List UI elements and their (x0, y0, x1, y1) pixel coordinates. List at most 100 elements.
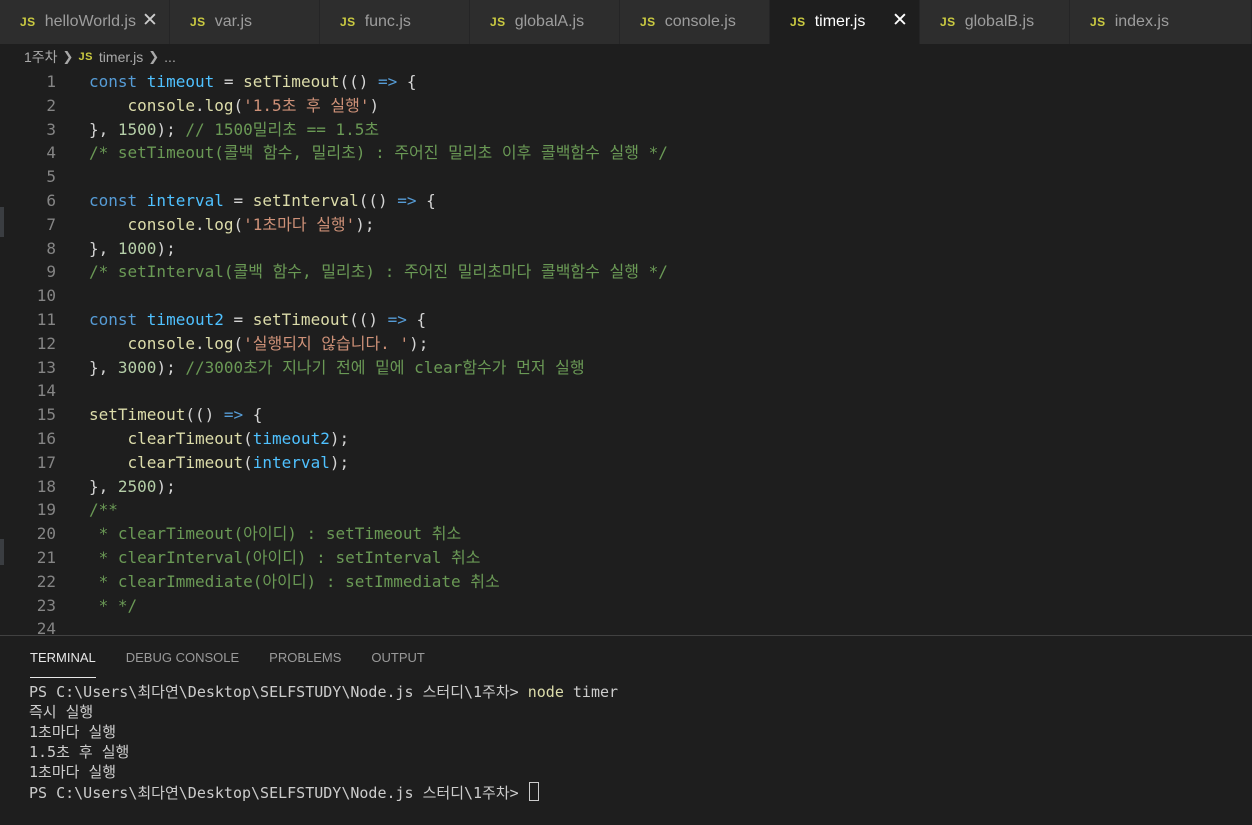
code-token: * clearTimeout(아이디) : setTimeout 취소 (89, 524, 462, 544)
code-token: }, (89, 119, 118, 139)
code-token: * */ (89, 595, 138, 615)
close-icon[interactable]: ✕ (890, 11, 910, 31)
code-text: console.log('실행되지 않습니다. '); (89, 332, 429, 356)
code-line[interactable]: 24 (0, 617, 1252, 634)
chevron-right-icon: ❯ (62, 49, 74, 64)
tab-debug-console[interactable]: DEBUG CONSOLE (116, 636, 249, 678)
code-token: { (416, 190, 436, 210)
line-number: 6 (46, 190, 56, 210)
code-token: }, (89, 238, 118, 258)
line-number: 9 (46, 262, 56, 282)
breadcrumb-symbols[interactable]: ... (164, 49, 176, 65)
code-text: clearTimeout(timeout2); (89, 427, 350, 451)
code-line[interactable]: 22 * clearImmediate(아이디) : setImmediate … (0, 570, 1252, 594)
js-file-icon: JS (340, 15, 356, 29)
code-line[interactable]: 9 /* setInterval(콜백 함수, 밀리초) : 주어진 밀리초마다 … (0, 260, 1252, 284)
tab-label: func.js (364, 13, 411, 30)
tab-output[interactable]: OUTPUT (361, 636, 434, 678)
code-token: }, (89, 476, 118, 496)
code-token: => (223, 405, 244, 425)
code-text: setTimeout(() => { (89, 403, 262, 427)
code-token: console (127, 214, 195, 234)
line-number: 12 (36, 333, 56, 353)
code-token: '실행되지 않습니다. ' (243, 333, 410, 353)
code-line[interactable]: 1 const timeout = setTimeout(() => { (0, 70, 1252, 94)
code-line[interactable]: 3}, 1500); // 1500밀리초 == 1.5초 (0, 118, 1252, 142)
code-token: setTimeout (89, 405, 186, 425)
code-token: timeout2 (252, 428, 330, 448)
line-number: 22 (36, 571, 56, 591)
code-line[interactable]: 2 console.log('1.5초 후 실행') (0, 94, 1252, 118)
terminal-prompt-line: PS C:\Users\최다연\Desktop\SELFSTUDY\Node.j… (29, 782, 1242, 802)
line-number: 10 (36, 286, 56, 306)
code-line[interactable]: 11 const timeout2 = setTimeout(() => { (0, 308, 1252, 332)
code-token: ) (369, 95, 380, 115)
js-file-icon: JS (640, 15, 656, 29)
code-token: /* setInterval(콜백 함수, 밀리초) : 주어진 밀리초마다 콜… (89, 262, 668, 282)
breadcrumb: 1주차 ❯ JS timer.js ❯ ... (0, 44, 1252, 70)
breadcrumb-folder[interactable]: 1주차 (24, 47, 58, 67)
tab-helloworld-js[interactable]: JS helloWorld.js ✕ (0, 0, 170, 44)
tab-globalb-js[interactable]: JS globalB.js (920, 0, 1070, 44)
code-line[interactable]: 15 setTimeout(() => { (0, 403, 1252, 427)
code-line[interactable]: 4 /* setTimeout(콜백 함수, 밀리초) : 주어진 밀리초 이후 … (0, 141, 1252, 165)
code-token: { (243, 405, 263, 425)
line-number: 1 (46, 72, 56, 91)
breadcrumb-file[interactable]: timer.js (99, 49, 143, 65)
tab-terminal[interactable]: TERMINAL (20, 636, 106, 678)
tab-var-js[interactable]: JS var.js (170, 0, 320, 44)
bottom-panel: TERMINAL DEBUG CONSOLE PROBLEMS OUTPUT P… (0, 635, 1252, 825)
code-token: ); (156, 119, 186, 139)
code-line[interactable]: 23 * */ (0, 594, 1252, 618)
close-icon[interactable]: ✕ (140, 11, 160, 31)
tab-globala-js[interactable]: JS globalA.js (470, 0, 620, 44)
editor-tab-bar: JS helloWorld.js ✕ JS var.js JS func.js … (0, 0, 1252, 44)
code-line[interactable]: 19 /** (0, 498, 1252, 522)
terminal-output[interactable]: PS C:\Users\최다연\Desktop\SELFSTUDY\Node.j… (29, 682, 1242, 802)
code-line[interactable]: 5 (0, 165, 1252, 189)
line-number: 14 (36, 381, 56, 401)
tab-console-js[interactable]: JS console.js (620, 0, 770, 44)
line-number: 24 (36, 619, 56, 634)
code-token: clearTimeout (127, 452, 244, 472)
terminal-output-line: 즉시 실행 (29, 703, 94, 721)
code-token: // 1500밀리초 == 1.5초 (185, 119, 380, 139)
tab-func-js[interactable]: JS func.js (320, 0, 470, 44)
code-line[interactable]: 12 console.log('실행되지 않습니다. '); (0, 332, 1252, 356)
code-text: /* setInterval(콜백 함수, 밀리초) : 주어진 밀리초마다 콜… (89, 260, 668, 284)
code-token: (() (185, 405, 224, 425)
code-token: }, (89, 357, 118, 377)
code-line[interactable]: 13}, 3000); //3000초가 지나기 전에 밑에 clear함수가 … (0, 356, 1252, 380)
js-file-icon: JS (790, 15, 806, 29)
code-text: * clearTimeout(아이디) : setTimeout 취소 (89, 522, 462, 546)
line-number: 20 (36, 524, 56, 544)
code-line[interactable]: 17 clearTimeout(interval); (0, 451, 1252, 475)
code-line[interactable]: 21 * clearInterval(아이디) : setInterval 취소 (0, 546, 1252, 570)
code-token: /** (89, 500, 118, 520)
code-line[interactable]: 10 (0, 284, 1252, 308)
code-token: clearTimeout (127, 428, 244, 448)
code-token: setTimeout (252, 309, 350, 329)
code-line[interactable]: 16 clearTimeout(timeout2); (0, 427, 1252, 451)
code-token: { (397, 72, 417, 91)
code-token: '1.5초 후 실행' (243, 95, 370, 115)
code-line[interactable]: 8}, 1000); (0, 237, 1252, 261)
tab-index-js[interactable]: JS index.js (1070, 0, 1252, 44)
code-line[interactable]: 20 * clearTimeout(아이디) : setTimeout 취소 (0, 522, 1252, 546)
tab-timer-js[interactable]: JS timer.js ✕ (770, 0, 920, 44)
code-editor[interactable]: 1 const timeout = setTimeout(() => {2 con… (0, 70, 1252, 634)
code-text: const timeout2 = setTimeout(() => { (89, 308, 426, 332)
code-line[interactable]: 6 const interval = setInterval(() => { (0, 189, 1252, 213)
code-text: console.log('1초마다 실행'); (89, 213, 375, 237)
code-text: }, 1000); (89, 237, 176, 261)
code-token: ( (233, 333, 244, 353)
code-line[interactable]: 18}, 2500); (0, 475, 1252, 499)
code-token: const (89, 72, 147, 91)
tab-problems[interactable]: PROBLEMS (259, 636, 351, 678)
terminal-output-line: 1.5초 후 실행 (29, 743, 130, 761)
code-line[interactable]: 14 (0, 379, 1252, 403)
chevron-right-icon: ❯ (148, 49, 160, 64)
code-token: console (127, 333, 195, 353)
code-line[interactable]: 7 console.log('1초마다 실행'); (0, 213, 1252, 237)
